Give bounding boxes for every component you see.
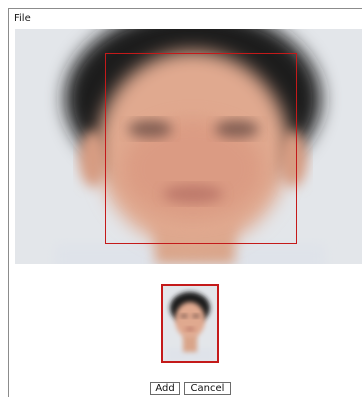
face-selection-box[interactable] <box>105 53 297 244</box>
thumbnail-face-image <box>163 286 217 361</box>
add-button[interactable]: Add <box>150 382 180 395</box>
cancel-button[interactable]: Cancel <box>184 382 231 395</box>
face-crop-window: File Add Cancel <box>8 8 362 397</box>
photo-canvas[interactable] <box>15 29 362 264</box>
dialog-buttons: Add Cancel <box>150 382 231 395</box>
file-menu[interactable]: File <box>14 13 31 24</box>
face-crop-thumbnail <box>161 284 219 363</box>
menubar: File <box>9 9 362 29</box>
